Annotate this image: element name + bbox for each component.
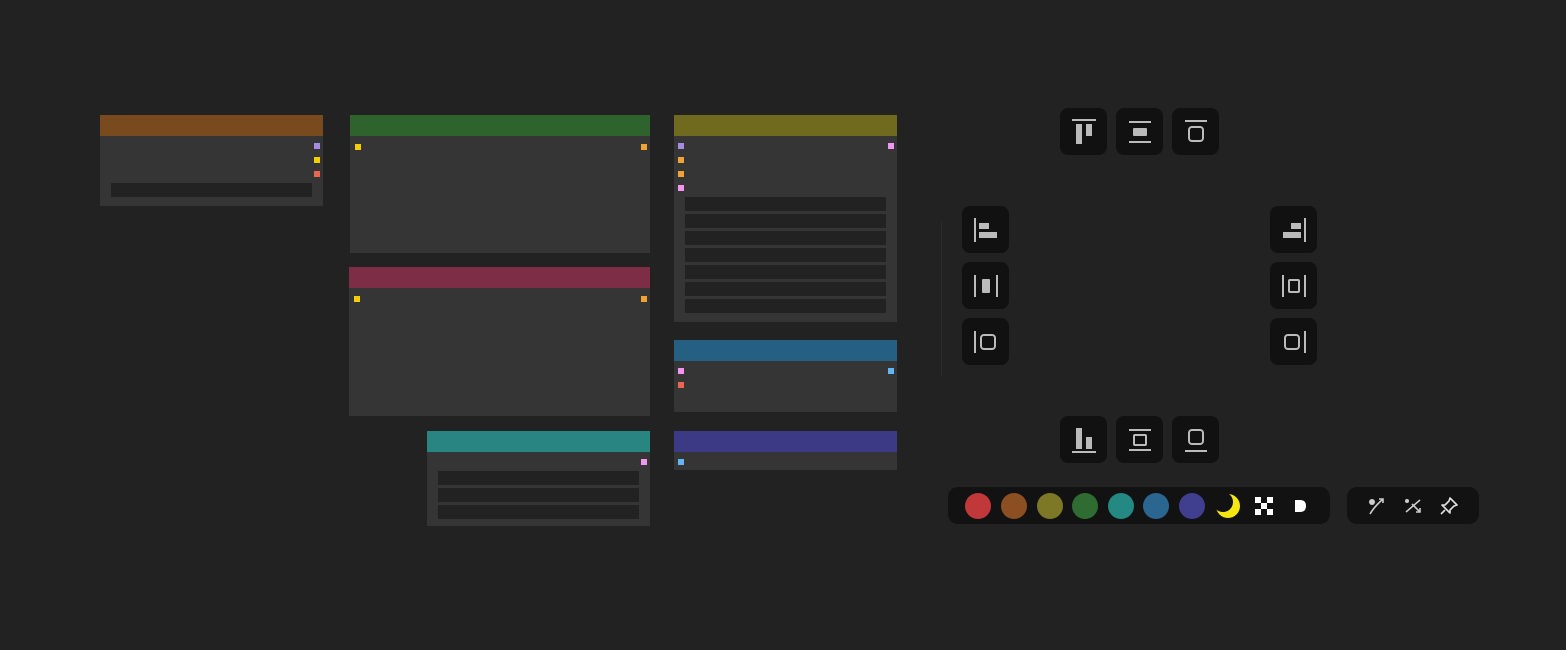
swatch-blue[interactable] <box>1143 493 1169 519</box>
output-slot[interactable] <box>314 143 320 149</box>
pin-button[interactable] <box>1436 493 1462 519</box>
output-slot[interactable] <box>888 143 894 149</box>
align-top-button[interactable] <box>1060 108 1107 155</box>
transparency-checker-icon <box>1255 497 1273 515</box>
spline-link-button[interactable] <box>1364 493 1390 519</box>
node-widget[interactable] <box>685 265 886 279</box>
align-vertical-center-icon <box>1128 120 1151 143</box>
link-tools-bar <box>1347 487 1479 524</box>
distribute-horizontal-button[interactable] <box>962 262 1009 309</box>
align-right-edge-button[interactable] <box>1270 318 1317 365</box>
swatch-red[interactable] <box>965 493 991 519</box>
input-slot[interactable] <box>678 368 684 374</box>
input-slot[interactable] <box>678 143 684 149</box>
next-button[interactable] <box>1287 493 1313 519</box>
transparency-button[interactable] <box>1251 493 1277 519</box>
input-slot[interactable] <box>678 185 684 191</box>
node-widget[interactable] <box>685 282 886 296</box>
node-olive[interactable] <box>674 115 897 322</box>
spline-link-icon <box>1369 498 1384 515</box>
align-top-icon <box>1071 118 1096 144</box>
align-middle-button[interactable] <box>1116 416 1163 463</box>
node-header[interactable] <box>350 115 650 136</box>
node-header[interactable] <box>100 115 323 136</box>
input-slot[interactable] <box>678 459 684 465</box>
divider <box>941 222 942 377</box>
align-bottom-edge-button[interactable] <box>1172 416 1219 463</box>
output-slot[interactable] <box>641 144 647 150</box>
moon-icon <box>1215 493 1240 518</box>
output-slot[interactable] <box>314 171 320 177</box>
output-slot[interactable] <box>314 157 320 163</box>
align-top-edge-button[interactable] <box>1172 108 1219 155</box>
node-header[interactable] <box>674 431 897 452</box>
node-blue[interactable] <box>674 340 897 412</box>
swatch-green[interactable] <box>1072 493 1098 519</box>
node-widget[interactable] <box>438 505 639 519</box>
node-indigo[interactable] <box>674 431 897 470</box>
node-widget[interactable] <box>685 299 886 313</box>
color-palette-bar <box>948 487 1330 524</box>
node-green[interactable] <box>350 115 650 253</box>
node-widget[interactable] <box>111 183 312 197</box>
input-slot[interactable] <box>678 171 684 177</box>
align-bottom-edge-icon <box>1184 428 1207 452</box>
align-top-edge-icon <box>1184 119 1207 142</box>
align-bottom-icon <box>1071 427 1096 453</box>
output-slot[interactable] <box>641 459 647 465</box>
swatch-indigo[interactable] <box>1179 493 1205 519</box>
node-widget[interactable] <box>438 488 639 502</box>
input-slot[interactable] <box>355 144 361 150</box>
align-left-button[interactable] <box>962 206 1009 253</box>
node-red[interactable] <box>349 267 650 416</box>
straight-link-button[interactable] <box>1400 493 1426 519</box>
align-left-icon <box>973 217 997 242</box>
output-slot[interactable] <box>641 296 647 302</box>
align-left-edge-button[interactable] <box>962 318 1009 365</box>
distribute-horizontal-icon <box>973 274 998 297</box>
arrow-right-icon <box>1295 500 1306 512</box>
pin-icon <box>1440 497 1458 515</box>
node-widget[interactable] <box>438 471 639 485</box>
theme-toggle-button[interactable] <box>1215 493 1241 519</box>
distribute-horizontal-alt-icon <box>1281 274 1306 297</box>
node-widget[interactable] <box>685 248 886 262</box>
align-vertical-center-button[interactable] <box>1116 108 1163 155</box>
straight-link-icon <box>1405 499 1421 513</box>
align-right-edge-icon <box>1283 330 1306 353</box>
align-left-edge-icon <box>973 330 996 353</box>
node-widget[interactable] <box>685 197 886 211</box>
align-bottom-button[interactable] <box>1060 416 1107 463</box>
input-slot[interactable] <box>678 382 684 388</box>
input-slot[interactable] <box>678 157 684 163</box>
node-widget[interactable] <box>685 231 886 245</box>
node-header[interactable] <box>427 431 650 452</box>
align-middle-icon <box>1128 428 1151 451</box>
align-right-icon <box>1282 217 1306 242</box>
align-right-button[interactable] <box>1270 206 1317 253</box>
node-widget[interactable] <box>685 214 886 228</box>
output-slot[interactable] <box>888 368 894 374</box>
swatch-olive[interactable] <box>1037 493 1063 519</box>
input-slot[interactable] <box>354 296 360 302</box>
swatch-teal[interactable] <box>1108 493 1134 519</box>
node-header[interactable] <box>349 267 650 288</box>
swatch-brown[interactable] <box>1001 493 1027 519</box>
distribute-horizontal-alt-button[interactable] <box>1270 262 1317 309</box>
node-teal[interactable] <box>427 431 650 526</box>
node-brown[interactable] <box>100 115 323 206</box>
node-header[interactable] <box>674 340 897 361</box>
node-header[interactable] <box>674 115 897 136</box>
